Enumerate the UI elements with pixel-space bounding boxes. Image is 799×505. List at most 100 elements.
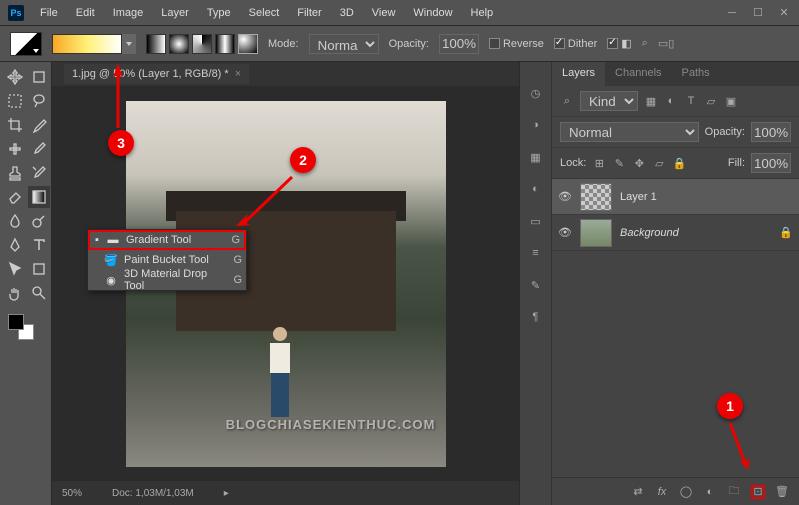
gradient-angle[interactable]	[192, 34, 212, 54]
history-brush-tool[interactable]	[28, 162, 50, 184]
gradient-picker-dropdown[interactable]	[122, 34, 136, 54]
close-window-button[interactable]: ✕	[777, 6, 791, 20]
layers-footer: ⇄ fx ◯ ◐ 🗀 ⊡ 🗑	[552, 477, 799, 505]
reverse-checkbox[interactable]: Reverse	[489, 38, 544, 50]
menu-view[interactable]: View	[364, 3, 404, 23]
filter-pixel-icon[interactable]: ▦	[644, 95, 658, 108]
lock-all-icon[interactable]: 🔒	[672, 157, 686, 170]
color-swatches[interactable]	[4, 314, 50, 344]
menu-help[interactable]: Help	[463, 3, 502, 23]
zoom-tool[interactable]	[28, 282, 50, 304]
layer-row[interactable]: 👁 Background 🔒	[552, 215, 799, 251]
link-layers-icon[interactable]: ⇄	[631, 485, 645, 499]
shape-tool[interactable]	[28, 258, 50, 280]
swatches-panel-icon[interactable]: ▦	[527, 148, 545, 166]
visibility-toggle[interactable]: 👁	[558, 190, 572, 203]
tab-paths[interactable]: Paths	[672, 62, 720, 86]
menu-file[interactable]: File	[32, 3, 66, 23]
menu-select[interactable]: Select	[241, 3, 288, 23]
visibility-toggle[interactable]: 👁	[558, 226, 572, 239]
foreground-color[interactable]	[8, 314, 24, 330]
maximize-button[interactable]: ☐	[751, 6, 765, 20]
menu-edit[interactable]: Edit	[68, 3, 103, 23]
gradient-tool[interactable]	[28, 186, 50, 208]
paragraphs-panel-icon[interactable]: ¶	[527, 308, 545, 326]
flyout-3d-material-tool[interactable]: ◉ 3D Material Drop Tool G	[88, 270, 246, 290]
gradient-diamond[interactable]	[238, 34, 258, 54]
lock-artboard-icon[interactable]: ▱	[652, 157, 666, 170]
filter-type-icon[interactable]: T	[684, 95, 698, 107]
filter-adjustment-icon[interactable]: ◐	[664, 95, 678, 107]
layer-name[interactable]: Background	[620, 227, 771, 239]
eraser-tool[interactable]	[4, 186, 26, 208]
menu-layer[interactable]: Layer	[153, 3, 197, 23]
lock-position-icon[interactable]: ✥	[632, 157, 646, 170]
document-tab[interactable]: 1.jpg @ 50% (Layer 1, RGB/8) * ×	[64, 64, 249, 84]
new-layer-icon[interactable]: ⊡	[751, 485, 765, 499]
flyout-gradient-tool[interactable]: ▪ ▬ Gradient Tool G	[88, 230, 246, 250]
lock-row: Lock: ⊞ ✎ ✥ ▱ 🔒 Fill:	[552, 148, 799, 179]
path-selection-tool[interactable]	[4, 258, 26, 280]
healing-tool[interactable]	[4, 138, 26, 160]
tab-layers[interactable]: Layers	[552, 62, 605, 86]
layer-fx-icon[interactable]: fx	[655, 485, 669, 499]
menu-type[interactable]: Type	[199, 3, 239, 23]
menu-filter[interactable]: Filter	[289, 3, 329, 23]
gradient-linear[interactable]	[146, 34, 166, 54]
layer-mask-icon[interactable]: ◯	[679, 485, 693, 499]
layer-thumbnail[interactable]	[580, 219, 612, 247]
libraries-panel-icon[interactable]: ▭	[527, 212, 545, 230]
transparency-checkbox[interactable]: ◧	[607, 37, 631, 50]
history-panel-icon[interactable]: ◷	[527, 84, 545, 102]
brush-tool[interactable]	[28, 138, 50, 160]
blur-tool[interactable]	[4, 210, 26, 232]
crop-tool[interactable]	[4, 114, 26, 136]
adjustments-panel-icon[interactable]: ◐	[527, 180, 545, 198]
group-icon[interactable]: 🗀	[727, 485, 741, 499]
gradient-preview[interactable]	[52, 34, 122, 54]
move-tool[interactable]	[4, 66, 26, 88]
color-panel-icon[interactable]: ◑	[527, 116, 545, 134]
filter-shape-icon[interactable]: ▱	[704, 95, 718, 108]
dodge-tool[interactable]	[28, 210, 50, 232]
filter-kind-select[interactable]: Kind	[580, 91, 638, 111]
flyout-paint-bucket-tool[interactable]: 🪣 Paint Bucket Tool G	[88, 250, 246, 270]
marquee-tool[interactable]	[4, 90, 26, 112]
layer-row[interactable]: 👁 Layer 1	[552, 179, 799, 215]
status-arrow-icon[interactable]: ▸	[224, 488, 229, 499]
mode-select[interactable]: Normal	[309, 34, 379, 54]
adjustment-layer-icon[interactable]: ◐	[703, 485, 717, 499]
eyedropper-tool[interactable]	[28, 114, 50, 136]
stamp-tool[interactable]	[4, 162, 26, 184]
gradient-reflected[interactable]	[215, 34, 235, 54]
lasso-tool[interactable]	[28, 90, 50, 112]
tab-channels[interactable]: Channels	[605, 62, 671, 86]
workspace-icon[interactable]: ▭▯	[658, 37, 674, 50]
menu-3d[interactable]: 3D	[332, 3, 362, 23]
tool-preset-picker[interactable]	[10, 32, 42, 56]
brushes-panel-icon[interactable]: ✎	[527, 276, 545, 294]
search-icon[interactable]: ⌕	[642, 37, 648, 50]
tab-close-button[interactable]: ×	[235, 68, 241, 80]
properties-panel-icon[interactable]: ≡	[527, 244, 545, 262]
minimize-button[interactable]: ─	[725, 6, 739, 20]
layer-name[interactable]: Layer 1	[620, 191, 793, 203]
hand-tool[interactable]	[4, 282, 26, 304]
opacity-input[interactable]	[439, 34, 479, 54]
lock-transparency-icon[interactable]: ⊞	[592, 157, 606, 170]
layer-opacity-input[interactable]	[751, 122, 791, 142]
dither-checkbox[interactable]: Dither	[554, 38, 597, 50]
blend-mode-select[interactable]: Normal	[560, 122, 699, 142]
lock-pixels-icon[interactable]: ✎	[612, 157, 626, 170]
filter-smart-icon[interactable]: ▣	[724, 95, 738, 108]
menu-window[interactable]: Window	[405, 3, 460, 23]
type-tool[interactable]	[28, 234, 50, 256]
zoom-level[interactable]: 50%	[62, 488, 82, 499]
fill-input[interactable]	[751, 153, 791, 173]
layer-thumbnail[interactable]	[580, 183, 612, 211]
menu-image[interactable]: Image	[105, 3, 152, 23]
pen-tool[interactable]	[4, 234, 26, 256]
gradient-radial[interactable]	[169, 34, 189, 54]
artboard-tool[interactable]	[28, 66, 50, 88]
delete-layer-icon[interactable]: 🗑	[775, 485, 789, 499]
